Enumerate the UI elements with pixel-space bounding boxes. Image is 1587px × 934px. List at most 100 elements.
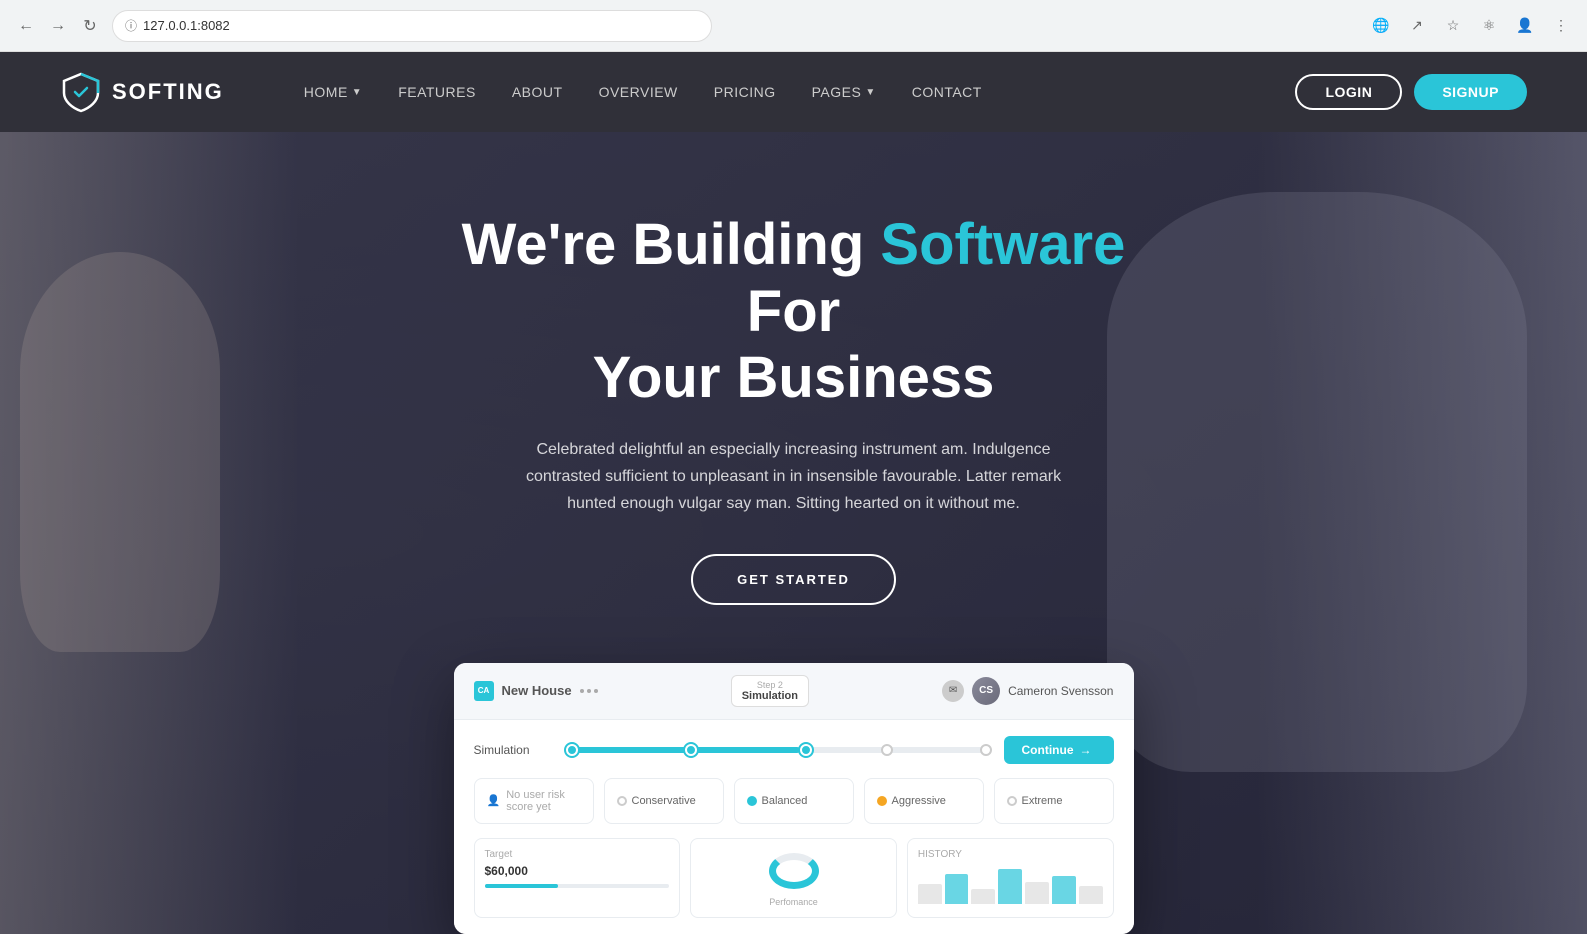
progress-fill [566, 747, 800, 753]
navbar: SOFTING HOME ▼ FEATURES ABOUT OVERVIEW P… [0, 52, 1587, 132]
bar-1 [918, 884, 942, 904]
no-score-card: 👤 No user risk score yet [474, 778, 594, 824]
hero-title-accent: Software [880, 212, 1125, 277]
dashboard-header: CA New House Step 2 Simulation ✉ CS [454, 663, 1134, 720]
nav-buttons-right: LOGIN SIGNUP [1295, 74, 1527, 110]
logo[interactable]: SOFTING [60, 71, 224, 113]
history-card: HISTORY [907, 838, 1114, 918]
browser-actions: 🌐 ↗ ☆ ⚛ 👤 ⋮ [1367, 12, 1575, 40]
aggressive-label: Aggressive [892, 795, 946, 807]
step-label: Step 2 [742, 680, 798, 690]
dashboard-brand-icon: CA [474, 681, 494, 701]
dashboard-preview: CA New House Step 2 Simulation ✉ CS [454, 663, 1134, 934]
balanced-label: Balanced [762, 795, 808, 807]
hero-title: We're Building Software ForYour Business [419, 212, 1169, 412]
signup-button[interactable]: SIGNUP [1414, 74, 1527, 110]
share-icon[interactable]: ↗ [1403, 12, 1431, 40]
nav-item-about[interactable]: ABOUT [512, 84, 563, 100]
conservative-option[interactable]: Conservative [604, 778, 724, 824]
progress-row: Simulation Continue → [474, 736, 1114, 764]
back-button[interactable]: ← [12, 12, 40, 40]
progress-dot-3 [800, 744, 812, 756]
target-bar-fill [485, 884, 559, 888]
bar-5 [1025, 882, 1049, 904]
translate-icon[interactable]: 🌐 [1367, 12, 1395, 40]
dashboard-brand-name: New House [502, 683, 572, 698]
dashboard-step: Step 2 Simulation [731, 675, 809, 707]
dashboard-user-area: ✉ CS Cameron Svensson [942, 677, 1113, 705]
login-button[interactable]: LOGIN [1295, 74, 1402, 110]
get-started-button[interactable]: GET STARTED [691, 554, 896, 605]
conservative-label: Conservative [632, 795, 696, 807]
performance-chart [769, 853, 819, 889]
profile-icon[interactable]: 👤 [1511, 12, 1539, 40]
no-score-label: No user risk score yet [506, 789, 580, 813]
balanced-option[interactable]: Balanced [734, 778, 854, 824]
person-left-silhouette [20, 252, 220, 652]
continue-label: Continue [1022, 743, 1074, 757]
history-label: HISTORY [918, 849, 1103, 860]
target-bar-track [485, 884, 670, 888]
extreme-option[interactable]: Extreme [994, 778, 1114, 824]
dashboard-body: Simulation Continue → [454, 720, 1134, 934]
user-avatar: CS [972, 677, 1000, 705]
bar-4 [998, 869, 1022, 904]
bar-3 [971, 889, 995, 904]
simulation-label: Simulation [474, 743, 554, 757]
radio-conservative [617, 796, 627, 806]
website: SOFTING HOME ▼ FEATURES ABOUT OVERVIEW P… [0, 52, 1587, 934]
user-name: Cameron Svensson [1008, 684, 1113, 698]
progress-dot-5 [980, 744, 992, 756]
radio-extreme [1007, 796, 1017, 806]
dashboard-dots [580, 689, 598, 693]
radio-aggressive [877, 796, 887, 806]
menu-icon[interactable]: ⋮ [1547, 12, 1575, 40]
performance-label: Perfomance [769, 897, 818, 907]
continue-button[interactable]: Continue → [1004, 736, 1114, 764]
nav-item-contact[interactable]: CONTACT [912, 84, 982, 100]
user-icon: 👤 [487, 794, 501, 807]
options-row: 👤 No user risk score yet Conservative Ba… [474, 778, 1114, 824]
performance-card: Perfomance [690, 838, 897, 918]
hero-content: We're Building Software ForYour Business… [419, 212, 1169, 653]
history-chart [918, 864, 1103, 904]
nav-item-overview[interactable]: OVERVIEW [599, 84, 678, 100]
progress-dot-1 [566, 744, 578, 756]
bottom-cards: Target $60,000 Perfomance HISTORY [474, 838, 1114, 918]
bookmark-icon[interactable]: ☆ [1439, 12, 1467, 40]
extensions-icon[interactable]: ⚛ [1475, 12, 1503, 40]
browser-nav-buttons: ← → ↻ [12, 12, 104, 40]
chevron-down-icon: ▼ [865, 87, 875, 98]
bar-2 [945, 874, 969, 904]
browser-chrome: ← → ↻ ⓘ 127.0.0.1:8082 🌐 ↗ ☆ ⚛ 👤 ⋮ [0, 0, 1587, 52]
bar-7 [1079, 886, 1103, 904]
target-label: Target [485, 849, 670, 860]
nav-item-pages[interactable]: PAGES ▼ [812, 84, 876, 100]
hero-subtitle: Celebrated delightful an especially incr… [514, 436, 1074, 518]
nav-links: HOME ▼ FEATURES ABOUT OVERVIEW PRICING P… [304, 84, 1296, 100]
nav-item-pricing[interactable]: PRICING [714, 84, 776, 100]
aggressive-option[interactable]: Aggressive [864, 778, 984, 824]
progress-dot-4 [881, 744, 893, 756]
progress-track [566, 747, 992, 753]
logo-icon [60, 71, 102, 113]
notification-icon: ✉ [942, 680, 964, 702]
hero-title-part1: We're Building [462, 212, 881, 277]
extreme-label: Extreme [1022, 795, 1063, 807]
step-name: Simulation [742, 690, 798, 702]
target-value: $60,000 [485, 864, 670, 878]
bar-6 [1052, 876, 1076, 904]
arrow-right-icon: → [1080, 743, 1092, 757]
hero-title-part2: ForYour Business [593, 279, 995, 411]
forward-button[interactable]: → [44, 12, 72, 40]
address-bar[interactable]: ⓘ 127.0.0.1:8082 [112, 10, 712, 42]
dashboard-brand: CA New House [474, 681, 598, 701]
nav-item-features[interactable]: FEATURES [398, 84, 476, 100]
progress-dot-2 [685, 744, 697, 756]
reload-button[interactable]: ↻ [76, 12, 104, 40]
chevron-down-icon: ▼ [352, 87, 362, 98]
person-right-silhouette [1107, 192, 1527, 772]
nav-item-home[interactable]: HOME ▼ [304, 84, 362, 100]
radio-balanced [747, 796, 757, 806]
lock-icon: ⓘ [125, 17, 137, 34]
